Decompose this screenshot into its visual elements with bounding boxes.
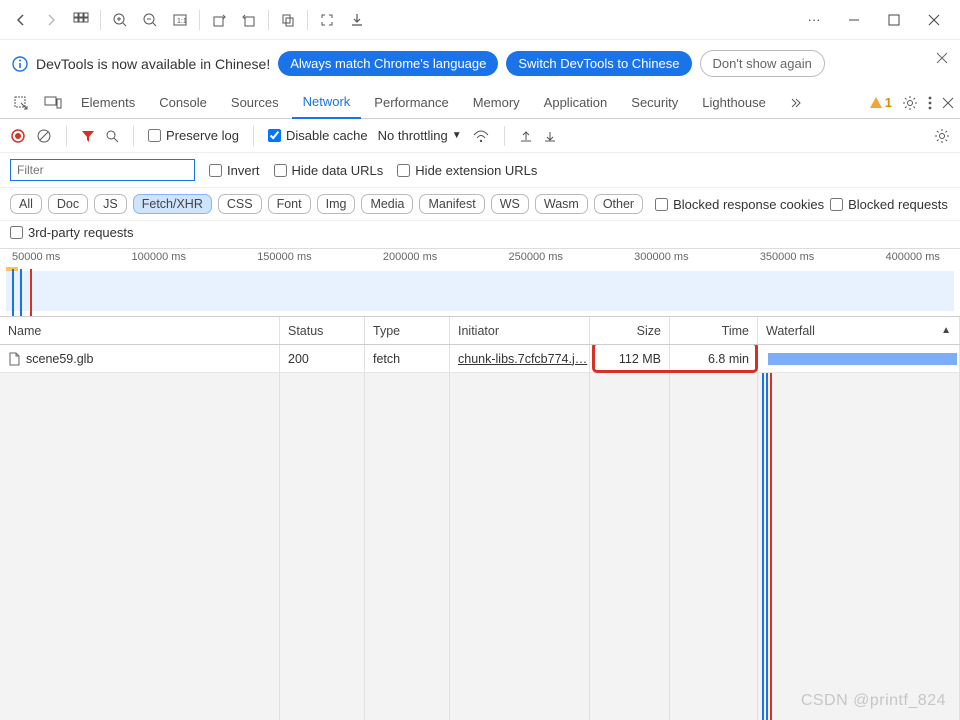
third-party-row: 3rd-party requests <box>0 221 960 249</box>
network-toolbar: Preserve log Disable cache No throttling… <box>0 119 960 153</box>
file-icon <box>8 352 20 366</box>
dismiss-button[interactable]: Don't show again <box>700 50 825 77</box>
info-icon <box>12 56 28 72</box>
disable-cache-checkbox[interactable]: Disable cache <box>268 128 368 143</box>
invert-checkbox[interactable]: Invert <box>209 163 260 178</box>
tab-console[interactable]: Console <box>148 87 218 119</box>
overview-timeline[interactable]: 50000 ms 100000 ms 150000 ms 200000 ms 2… <box>0 249 960 317</box>
col-initiator[interactable]: Initiator <box>450 317 590 344</box>
preserve-log-checkbox[interactable]: Preserve log <box>148 128 239 143</box>
warnings-badge[interactable]: 1 <box>869 95 892 110</box>
hide-extension-urls-checkbox[interactable]: Hide extension URLs <box>397 163 537 178</box>
hide-data-urls-checkbox[interactable]: Hide data URLs <box>274 163 384 178</box>
grid-icon[interactable] <box>66 5 96 35</box>
col-type[interactable]: Type <box>365 317 450 344</box>
search-icon[interactable] <box>105 129 119 143</box>
filter-icon[interactable] <box>81 129 95 143</box>
zoom-out-icon[interactable] <box>135 5 165 35</box>
kebab-icon[interactable] <box>928 95 932 111</box>
more-icon[interactable]: ··· <box>794 5 834 35</box>
tab-memory[interactable]: Memory <box>462 87 531 119</box>
more-tabs-icon[interactable] <box>779 88 809 118</box>
col-name[interactable]: Name <box>0 317 280 344</box>
infobar-close-icon[interactable] <box>936 52 948 64</box>
cell-time: 6.8 min <box>708 352 749 366</box>
col-time[interactable]: Time <box>670 317 758 344</box>
maximize-button[interactable] <box>874 5 914 35</box>
col-waterfall[interactable]: Waterfall▲ <box>758 317 960 344</box>
rotate-left-icon[interactable] <box>204 5 234 35</box>
tab-security[interactable]: Security <box>620 87 689 119</box>
throttling-select[interactable]: No throttling▼ <box>378 128 462 143</box>
tab-lighthouse[interactable]: Lighthouse <box>691 87 777 119</box>
network-settings-icon[interactable] <box>934 128 950 144</box>
devtools-close-icon[interactable] <box>942 97 954 109</box>
table-row[interactable]: scene59.glb 200 fetch chunk-libs.7cfcb77… <box>0 345 960 373</box>
forward-button[interactable] <box>36 5 66 35</box>
filter-row: Invert Hide data URLs Hide extension URL… <box>0 153 960 188</box>
upload-icon[interactable] <box>519 129 533 143</box>
tab-performance[interactable]: Performance <box>363 87 459 119</box>
svg-text:1:1: 1:1 <box>177 18 187 25</box>
window-toolbar: 1:1 ··· <box>0 0 960 40</box>
settings-icon[interactable] <box>902 95 918 111</box>
copy-icon[interactable] <box>273 5 303 35</box>
table-header: Name Status Type Initiator Size Time Wat… <box>0 317 960 345</box>
clear-button[interactable] <box>36 128 52 144</box>
chip-font[interactable]: Font <box>268 194 311 214</box>
tab-elements[interactable]: Elements <box>70 87 146 119</box>
chip-css[interactable]: CSS <box>218 194 262 214</box>
chip-img[interactable]: Img <box>317 194 356 214</box>
chip-other[interactable]: Other <box>594 194 643 214</box>
rotate-right-icon[interactable] <box>234 5 264 35</box>
fullscreen-icon[interactable] <box>312 5 342 35</box>
filter-input[interactable] <box>10 159 195 181</box>
record-button[interactable] <box>10 128 26 144</box>
close-button[interactable] <box>914 5 954 35</box>
tab-application[interactable]: Application <box>533 87 619 119</box>
cell-status: 200 <box>288 352 309 366</box>
inspect-icon[interactable] <box>6 88 36 118</box>
devtools-tabs: Elements Console Sources Network Perform… <box>0 87 960 119</box>
device-icon[interactable] <box>38 88 68 118</box>
language-infobar: DevTools is now available in Chinese! Al… <box>0 40 960 87</box>
switch-language-button[interactable]: Switch DevTools to Chinese <box>506 51 691 76</box>
cell-size: 112 MB <box>619 352 661 366</box>
col-size[interactable]: Size <box>590 317 670 344</box>
blocked-requests-checkbox[interactable]: Blocked requests <box>830 197 948 212</box>
chip-doc[interactable]: Doc <box>48 194 88 214</box>
minimize-button[interactable] <box>834 5 874 35</box>
chip-all[interactable]: All <box>10 194 42 214</box>
chip-ws[interactable]: WS <box>491 194 529 214</box>
chip-manifest[interactable]: Manifest <box>419 194 484 214</box>
col-status[interactable]: Status <box>280 317 365 344</box>
wifi-icon[interactable] <box>472 129 490 143</box>
chip-wasm[interactable]: Wasm <box>535 194 588 214</box>
chip-js[interactable]: JS <box>94 194 127 214</box>
download-har-icon[interactable] <box>543 129 557 143</box>
cell-initiator[interactable]: chunk-libs.7cfcb774.j… <box>458 352 587 366</box>
zoom-in-icon[interactable] <box>105 5 135 35</box>
download-icon[interactable] <box>342 5 372 35</box>
cell-type: fetch <box>373 352 400 366</box>
blocked-cookies-checkbox[interactable]: Blocked response cookies <box>655 197 824 212</box>
back-button[interactable] <box>6 5 36 35</box>
table-body: scene59.glb 200 fetch chunk-libs.7cfcb77… <box>0 345 960 720</box>
tab-sources[interactable]: Sources <box>220 87 290 119</box>
infobar-message: DevTools is now available in Chinese! <box>36 56 270 72</box>
network-table: Name Status Type Initiator Size Time Wat… <box>0 317 960 720</box>
cell-name: scene59.glb <box>26 352 93 366</box>
zoom-fit-icon[interactable]: 1:1 <box>165 5 195 35</box>
match-language-button[interactable]: Always match Chrome's language <box>278 51 498 76</box>
type-chips: All Doc JS Fetch/XHR CSS Font Img Media … <box>0 188 960 221</box>
tab-network[interactable]: Network <box>292 87 362 119</box>
waterfall-bar <box>768 353 957 365</box>
chip-media[interactable]: Media <box>361 194 413 214</box>
chip-fetch-xhr[interactable]: Fetch/XHR <box>133 194 212 214</box>
third-party-checkbox[interactable]: 3rd-party requests <box>10 225 950 240</box>
